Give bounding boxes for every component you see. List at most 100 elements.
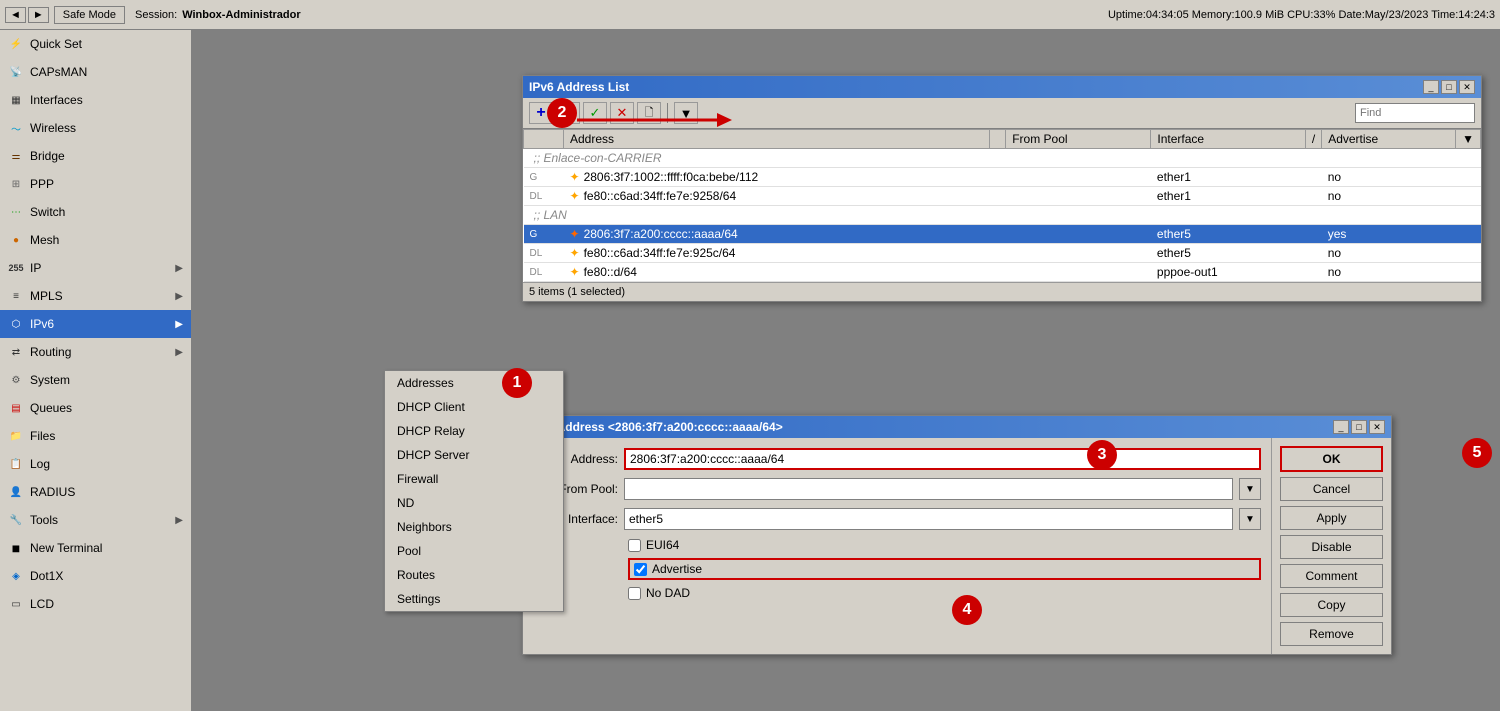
content-area: Addresses DHCP Client DHCP Relay DHCP Se… [192,30,1500,711]
ipv6-address-table-container: Address From Pool Interface / Advertise … [523,129,1481,282]
sidebar-item-label: Tools [30,513,169,527]
session-value: Winbox-Administrador [182,9,300,21]
sidebar-item-mpls[interactable]: ≡ MPLS ▶ [0,282,191,310]
row-flag: G [524,225,564,244]
nav-buttons[interactable]: ◄ ► [5,7,49,23]
sidebar-item-tools[interactable]: 🔧 Tools ▶ [0,506,191,534]
sidebar-item-radius[interactable]: 👤 RADIUS [0,478,191,506]
table-row[interactable]: DL ✦fe80::c6ad:34ff:fe7e:9258/64 ether1 … [524,187,1481,206]
edit-close-button[interactable]: ✕ [1369,420,1385,434]
copy-button[interactable]: Copy [1280,593,1383,617]
submenu-item-nd[interactable]: ND [385,491,563,515]
sidebar-item-wireless[interactable]: 〜 Wireless [0,114,191,142]
edit-minimize-button[interactable]: _ [1333,420,1349,434]
top-bar: ◄ ► Safe Mode Session: Winbox-Administra… [0,0,1500,30]
safe-mode-button[interactable]: Safe Mode [54,6,125,24]
submenu-item-firewall[interactable]: Firewall [385,467,563,491]
form-area: Address: From Pool: ▼ Interface: ether5 [523,438,1271,654]
edit-maximize-button[interactable]: □ [1351,420,1367,434]
maximize-button[interactable]: □ [1441,80,1457,94]
sidebar-item-quick-set[interactable]: ⚡ Quick Set [0,30,191,58]
submenu-item-dhcp-relay[interactable]: DHCP Relay [385,419,563,443]
no-dad-checkbox[interactable] [628,587,641,600]
advertise-label: Advertise [652,562,702,576]
row-slash [1305,263,1321,282]
cancel-button[interactable]: Cancel [1280,477,1383,501]
radius-icon: 👤 [8,484,24,500]
row-from-pool [1006,187,1151,206]
comment-button[interactable]: Comment [1280,564,1383,588]
from-pool-dropdown-button[interactable]: ▼ [1239,478,1261,500]
address-field[interactable] [624,448,1261,470]
annotation-5: 5 [1462,438,1492,468]
annotation-3: 3 [1087,440,1117,470]
ok-button[interactable]: OK [1280,446,1383,472]
submenu-item-routes[interactable]: Routes [385,563,563,587]
from-pool-field[interactable] [624,478,1233,500]
sidebar-item-interfaces[interactable]: ▦ Interfaces [0,86,191,114]
submenu-item-dhcp-server[interactable]: DHCP Server [385,443,563,467]
advertise-checkbox[interactable] [634,563,647,576]
minimize-button[interactable]: _ [1423,80,1439,94]
table-row[interactable]: G ✦2806:3f7:1002::ffff:f0ca:bebe/112 eth… [524,168,1481,187]
sidebar: ⚡ Quick Set 📡 CAPsMAN ▦ Interfaces 〜 Wir… [0,30,192,711]
ipv6-arrow-icon: ▶ [175,319,183,330]
sidebar-item-label: Files [30,429,183,443]
table-row[interactable]: DL ✦fe80::c6ad:34ff:fe7e:925c/64 ether5 … [524,244,1481,263]
status-text: Uptime:04:34:05 Memory:100.9 MiB CPU:33%… [1108,9,1495,21]
eui64-checkbox[interactable] [628,539,641,552]
submenu-item-pool[interactable]: Pool [385,539,563,563]
nav-back-button[interactable]: ◄ [5,7,26,23]
sidebar-item-switch[interactable]: ⋯ Switch [0,198,191,226]
submenu-item-addresses[interactable]: Addresses [385,371,563,395]
sidebar-item-label: IPv6 [30,317,169,331]
sidebar-item-queues[interactable]: ▤ Queues [0,394,191,422]
files-icon: 📁 [8,428,24,444]
system-icon: ⚙ [8,372,24,388]
sidebar-item-ip[interactable]: 255 IP ▶ [0,254,191,282]
sidebar-item-label: RADIUS [30,485,183,499]
row-interface: pppoe-out1 [1151,263,1305,282]
table-row-selected[interactable]: G ✦2806:3f7:a200:cccc::aaaa/64 ether5 ye… [524,225,1481,244]
row-slash [1305,225,1321,244]
nav-forward-button[interactable]: ► [28,7,49,23]
terminal-icon: ■ [8,540,24,556]
section-enlace-label: ;; Enlace-con-CARRIER [524,149,1481,168]
sidebar-item-system[interactable]: ⚙ System [0,366,191,394]
close-button[interactable]: ✕ [1459,80,1475,94]
submenu-item-dhcp-client[interactable]: DHCP Client [385,395,563,419]
interface-field[interactable]: ether5 [624,508,1233,530]
find-box[interactable] [1355,103,1475,123]
interface-dropdown-button[interactable]: ▼ [1239,508,1261,530]
submenu-item-settings[interactable]: Settings [385,587,563,611]
sidebar-item-label: New Terminal [30,541,183,555]
sidebar-item-log[interactable]: 📋 Log [0,450,191,478]
ipv6-icon: ⬡ [8,316,24,332]
sidebar-item-mesh[interactable]: ● Mesh [0,226,191,254]
sidebar-item-files[interactable]: 📁 Files [0,422,191,450]
table-row[interactable]: DL ✦fe80::d/64 pppoe-out1 no [524,263,1481,282]
sidebar-item-new-terminal[interactable]: ■ New Terminal [0,534,191,562]
sidebar-item-ppp[interactable]: ⊞ PPP [0,170,191,198]
session-label: Session: [135,9,177,21]
sidebar-item-ipv6[interactable]: ⬡ IPv6 ▶ [0,310,191,338]
row-sort [990,187,1006,206]
sidebar-item-routing[interactable]: ⇄ Routing ▶ [0,338,191,366]
submenu-item-neighbors[interactable]: Neighbors [385,515,563,539]
sidebar-item-dot1x[interactable]: ◈ Dot1X [0,562,191,590]
apply-button[interactable]: Apply [1280,506,1383,530]
find-input[interactable] [1360,107,1470,119]
col-sort[interactable] [990,130,1006,149]
sidebar-item-lcd[interactable]: ▭ LCD [0,590,191,618]
disable-button[interactable]: Disable [1280,535,1383,559]
col-dropdown[interactable]: ▼ [1456,130,1481,149]
routing-arrow-icon: ▶ [175,347,183,358]
sidebar-item-capsman[interactable]: 📡 CAPsMAN [0,58,191,86]
checkboxes-area: EUI64 Advertise No DAD [533,538,1261,600]
ipv6-list-titlebar: IPv6 Address List _ □ ✕ [523,76,1481,98]
sidebar-item-bridge[interactable]: ⚌ Bridge [0,142,191,170]
sidebar-item-label: CAPsMAN [30,65,183,79]
routing-icon: ⇄ [8,344,24,360]
remove-button[interactable]: Remove [1280,622,1383,646]
row-extra [1456,168,1481,187]
